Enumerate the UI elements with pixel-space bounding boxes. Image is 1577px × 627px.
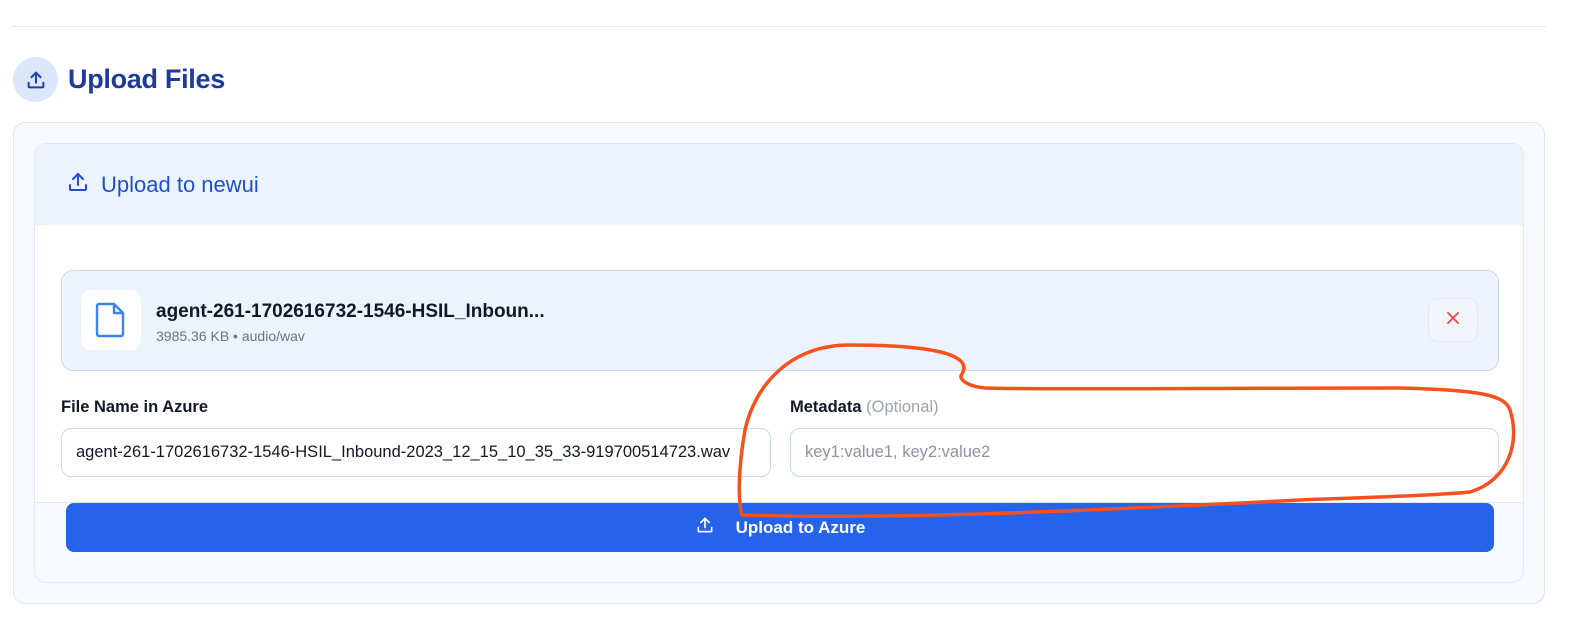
card-title: Upload to newui	[101, 171, 259, 197]
top-divider	[12, 26, 1546, 27]
azure-file-name-input[interactable]	[61, 428, 771, 477]
card-header: Upload to newui	[35, 144, 1523, 225]
remove-file-button[interactable]	[1428, 298, 1478, 342]
page-title: Upload Files	[68, 64, 225, 94]
file-name-label: File Name in Azure	[61, 398, 209, 416]
upload-button-label: Upload to Azure	[735, 517, 866, 537]
upload-to-azure-button[interactable]: Upload to Azure	[66, 503, 1494, 552]
file-meta: 3985.36 KB • audio/wav	[156, 328, 305, 344]
upload-icon	[13, 57, 58, 102]
upload-icon	[695, 515, 715, 540]
upload-icon	[66, 170, 90, 199]
upload-panel: Upload to newui agent-261-1702616732-154…	[13, 122, 1545, 604]
optional-hint: (Optional)	[866, 398, 939, 416]
metadata-label: Metadata (Optional)	[790, 398, 939, 417]
file-name: agent-261-1702616732-1546-HSIL_Inboun...	[156, 301, 545, 322]
metadata-input[interactable]	[790, 428, 1499, 477]
page-header: Upload Files	[13, 57, 225, 102]
selected-file: agent-261-1702616732-1546-HSIL_Inboun...…	[61, 270, 1499, 371]
file-icon	[81, 290, 141, 350]
upload-card: Upload to newui agent-261-1702616732-154…	[34, 143, 1524, 583]
close-icon	[1446, 311, 1460, 330]
metadata-label-text: Metadata	[790, 398, 862, 416]
